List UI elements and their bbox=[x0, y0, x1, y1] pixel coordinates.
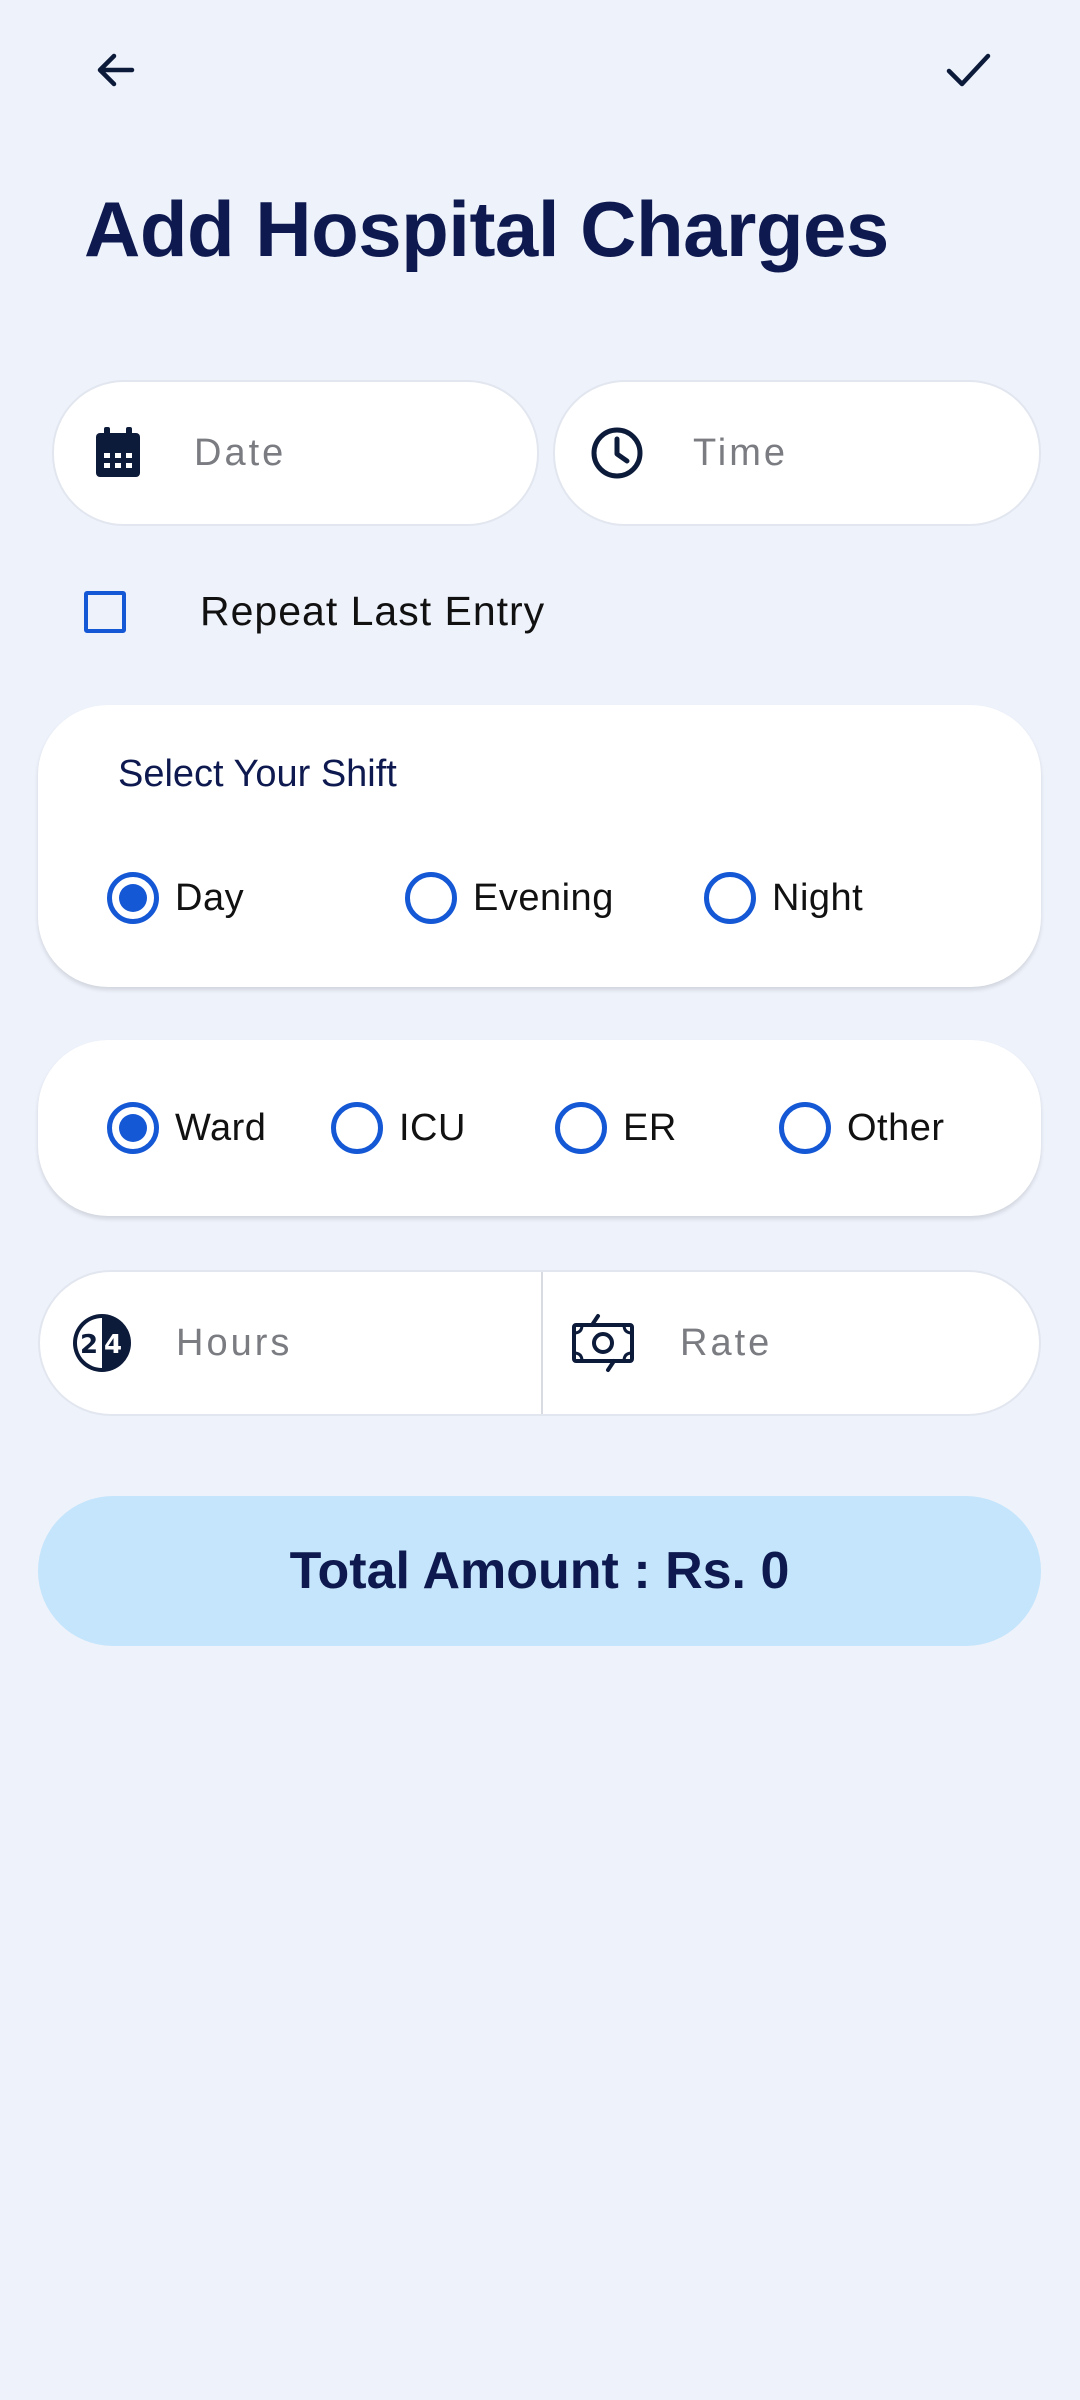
shift-option-evening[interactable]: Evening bbox=[405, 872, 614, 924]
location-option-er[interactable]: ER bbox=[555, 1102, 677, 1154]
radio-selected[interactable] bbox=[107, 1102, 159, 1154]
repeat-last-entry-checkbox[interactable] bbox=[84, 590, 126, 633]
radio-unselected[interactable] bbox=[779, 1102, 831, 1154]
radio-unselected[interactable] bbox=[704, 872, 756, 924]
rate-field[interactable]: Rate bbox=[570, 1272, 1030, 1414]
location-option-label: Other bbox=[847, 1106, 945, 1149]
check-icon bbox=[942, 44, 994, 101]
shift-card: Select Your Shift Day Evening Night bbox=[38, 705, 1041, 987]
svg-text:2: 2 bbox=[80, 1330, 98, 1360]
location-option-label: ER bbox=[623, 1106, 677, 1149]
shift-option-day[interactable]: Day bbox=[107, 872, 244, 924]
page-title: Add Hospital Charges bbox=[84, 185, 889, 273]
location-option-ward[interactable]: Ward bbox=[107, 1102, 266, 1154]
date-placeholder: Date bbox=[194, 431, 287, 474]
money-icon bbox=[570, 1310, 636, 1376]
back-button[interactable] bbox=[66, 22, 166, 122]
location-option-icu[interactable]: ICU bbox=[331, 1102, 466, 1154]
time-field[interactable]: Time bbox=[553, 380, 1041, 526]
hours-field[interactable]: 2 4 Hours bbox=[70, 1272, 540, 1414]
shift-option-label: Day bbox=[175, 876, 245, 919]
radio-unselected[interactable] bbox=[405, 872, 457, 924]
date-field[interactable]: Date bbox=[52, 380, 539, 526]
repeat-last-entry-label: Repeat Last Entry bbox=[200, 588, 546, 634]
location-option-label: ICU bbox=[399, 1106, 466, 1149]
location-card: Ward ICU ER Other bbox=[38, 1040, 1041, 1216]
hours-rate-field: 2 4 Hours Rate bbox=[38, 1270, 1041, 1416]
radio-selected[interactable] bbox=[107, 872, 159, 924]
save-button[interactable] bbox=[918, 22, 1018, 122]
svg-text:4: 4 bbox=[104, 1330, 122, 1360]
time-placeholder: Time bbox=[693, 431, 789, 474]
hours-placeholder: Hours bbox=[176, 1321, 293, 1364]
rate-placeholder: Rate bbox=[680, 1321, 773, 1364]
shift-label: Select Your Shift bbox=[118, 753, 397, 795]
radio-unselected[interactable] bbox=[331, 1102, 383, 1154]
shift-option-label: Night bbox=[772, 876, 864, 919]
radio-unselected[interactable] bbox=[555, 1102, 607, 1154]
total-amount: Total Amount : Rs. 0 bbox=[38, 1496, 1041, 1646]
repeat-last-entry-row[interactable]: Repeat Last Entry bbox=[84, 588, 545, 635]
clock-icon bbox=[587, 423, 647, 483]
location-option-label: Ward bbox=[175, 1106, 267, 1149]
location-option-other[interactable]: Other bbox=[779, 1102, 945, 1154]
24-hours-icon: 2 4 bbox=[70, 1311, 134, 1375]
shift-option-label: Evening bbox=[473, 876, 614, 919]
field-divider bbox=[541, 1272, 543, 1414]
calendar-icon bbox=[88, 423, 148, 483]
arrow-left-icon bbox=[92, 46, 140, 99]
shift-option-night[interactable]: Night bbox=[704, 872, 863, 924]
